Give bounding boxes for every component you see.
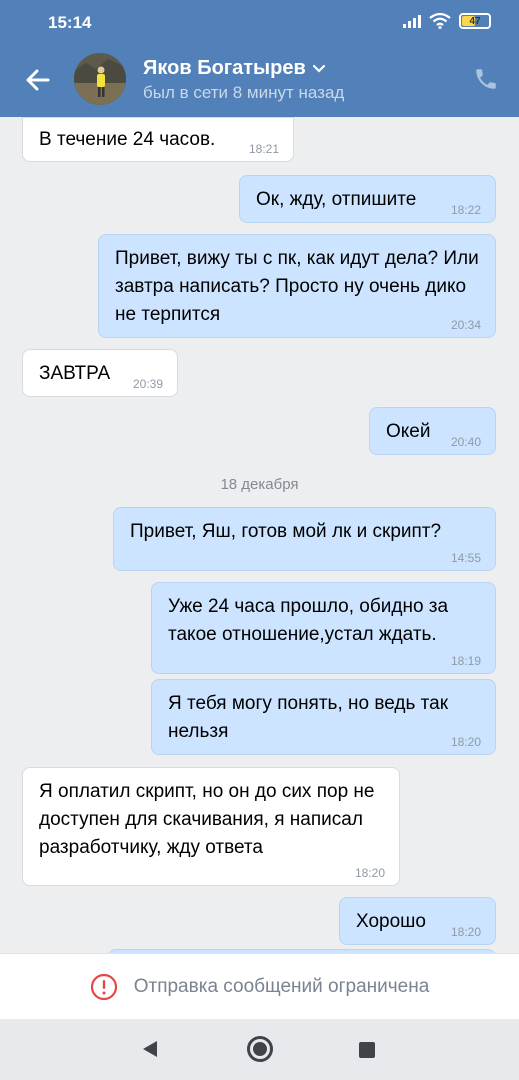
phone-icon[interactable] — [473, 66, 499, 92]
message-text: В течение 24 часов. — [39, 129, 216, 150]
message-text: Я оплатил скрипт, но он до сих пор не до… — [39, 781, 375, 858]
status-time: 15:14 — [48, 13, 92, 32]
message-time: 18:20 — [450, 735, 481, 749]
message-outgoing[interactable]: Привет, вижу ты с пк, как идут дела? Или… — [98, 234, 496, 338]
chat-header: 15:14 47 Яков Богатырев был в сети 8 мин… — [0, 0, 519, 117]
battery-icon: 47 — [459, 13, 491, 29]
message-text: Я тебя могу понять, но ведь так нельзя — [168, 693, 449, 742]
message-text: Привет, вижу ты с пк, как идут дела? Или… — [115, 248, 479, 325]
alert-circle-icon — [90, 973, 117, 1000]
message-outgoing[interactable]: Привет, Яш, готов мой лк и скрипт? 14:55 — [113, 507, 496, 571]
chevron-down-icon — [312, 64, 325, 73]
message-time: 20:34 — [450, 318, 481, 332]
message-text: Привет, Яш, готов мой лк и скрипт? — [130, 521, 442, 542]
message-time: 18:19 — [450, 654, 481, 668]
nav-home-icon[interactable] — [247, 1036, 273, 1062]
nav-recent-apps-icon[interactable] — [359, 1042, 375, 1058]
message-text: Окей — [386, 421, 431, 442]
message-time: 18:20 — [354, 866, 385, 880]
contact-status: был в сети 8 минут назад — [143, 83, 345, 102]
signal-icon — [403, 14, 421, 28]
system-nav-bar — [0, 1019, 519, 1080]
message-list[interactable]: В течение 24 часов. 18:21 Ок, жду, отпиш… — [0, 117, 519, 953]
message-time: 18:22 — [450, 203, 481, 217]
message-text: Уже 24 часа прошло, обидно за такое отно… — [168, 596, 449, 645]
nav-back-icon[interactable] — [142, 1040, 158, 1058]
contact-name[interactable]: Яков Богатырев — [143, 57, 326, 80]
message-time: 20:40 — [450, 435, 481, 449]
message-text: Хорошо — [356, 911, 426, 932]
message-time: 18:20 — [450, 925, 481, 939]
battery-level: 47 — [469, 15, 481, 27]
status-icons: 47 — [403, 13, 491, 29]
contact-name-text: Яков Богатырев — [143, 57, 306, 79]
message-outgoing[interactable]: Ок, жду, отпишите 18:22 — [239, 175, 496, 223]
back-arrow-icon[interactable] — [22, 64, 54, 96]
messaging-restricted-bar: Отправка сообщений ограничена — [0, 953, 519, 1019]
message-outgoing[interactable]: Хорошо 18:20 — [339, 897, 496, 945]
avatar[interactable] — [74, 53, 126, 105]
message-time: 18:21 — [248, 142, 279, 156]
message-incoming[interactable]: Я оплатил скрипт, но он до сих пор не до… — [22, 767, 400, 886]
message-text: ЗАВТРА — [39, 363, 111, 384]
message-incoming[interactable]: ЗАВТРА 20:39 — [22, 349, 178, 397]
date-separator: 18 декабря — [220, 476, 299, 493]
message-incoming[interactable]: В течение 24 часов. 18:21 — [22, 117, 294, 162]
message-outgoing[interactable]: Уже 24 часа прошло, обидно за такое отно… — [151, 582, 496, 674]
message-time: 14:55 — [450, 551, 481, 565]
message-outgoing[interactable]: Окей 20:40 — [369, 407, 496, 455]
message-outgoing[interactable]: Я тебя могу понять, но ведь так нельзя 1… — [151, 679, 496, 755]
message-text: Ок, жду, отпишите — [256, 189, 417, 210]
wifi-icon — [429, 13, 451, 29]
restricted-text: Отправка сообщений ограничена — [133, 975, 430, 997]
message-time: 20:39 — [132, 377, 163, 391]
